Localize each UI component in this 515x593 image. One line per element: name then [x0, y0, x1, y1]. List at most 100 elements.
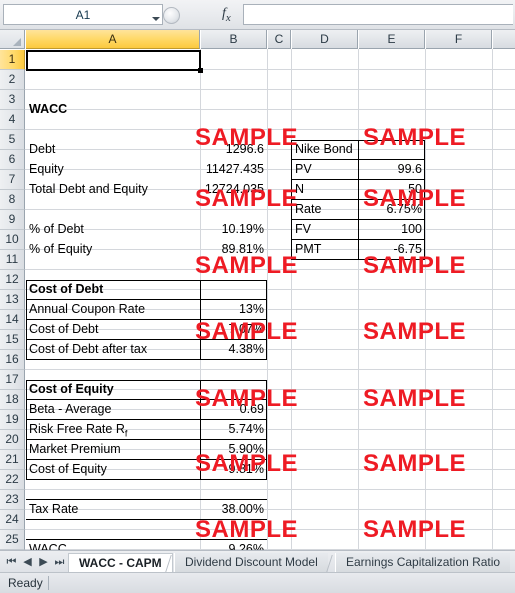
cell-d5[interactable]: PV — [292, 160, 358, 179]
cell-b14[interactable]: 4.38% — [201, 340, 267, 359]
cell-a22[interactable]: Tax Rate — [26, 500, 200, 519]
name-box[interactable]: A1 — [3, 4, 163, 25]
column-header-f[interactable]: F — [426, 30, 492, 49]
row-header-6[interactable]: 6 — [0, 150, 25, 170]
active-cell-a1[interactable] — [26, 50, 201, 71]
spreadsheet-grid[interactable]: A B C D E F 1 2 3 4 5 6 7 8 9 10 11 12 13 14 15 16 17 18 1… — [0, 30, 515, 560]
row-header-11[interactable]: 11 — [0, 250, 25, 270]
row-header-5[interactable]: 5 — [0, 130, 25, 150]
block-line-a18-bottom — [26, 439, 267, 440]
row-header-2[interactable]: 2 — [0, 70, 25, 90]
row-header-4[interactable]: 4 — [0, 110, 25, 130]
column-header-d[interactable]: D — [292, 30, 358, 49]
cell-b20[interactable]: 9.81% — [201, 460, 267, 479]
sheet-tab-earnings-capitalization-ratio[interactable]: Earnings Capitalization Ratio — [335, 553, 511, 573]
cell-a12[interactable]: Annual Coupon Rate — [26, 300, 200, 319]
cell-a8[interactable]: % of Debt — [26, 220, 200, 239]
cell-b6[interactable]: 12724.035 — [201, 180, 267, 199]
prev-sheet-icon[interactable]: ◀ — [20, 555, 35, 570]
cell-b22[interactable]: 38.00% — [201, 500, 267, 519]
row-header-16[interactable]: 16 — [0, 350, 25, 370]
first-sheet-icon[interactable]: ⏮ — [4, 555, 19, 570]
row-header-12[interactable]: 12 — [0, 270, 25, 290]
cell-a19[interactable]: Market Premium — [26, 440, 200, 459]
sheet-nav-buttons: ⏮ ◀ ▶ ⏭ — [4, 555, 70, 570]
block-line-a12-bottom — [26, 319, 267, 320]
last-sheet-icon[interactable]: ⏭ — [52, 555, 67, 570]
row-header-19[interactable]: 19 — [0, 410, 25, 430]
row-header-24[interactable]: 24 — [0, 510, 25, 530]
cell-a13[interactable]: Cost of Debt — [26, 320, 200, 339]
cell-d9[interactable]: PMT — [292, 240, 358, 259]
cell-b8[interactable]: 10.19% — [201, 220, 267, 239]
cell-a4[interactable]: Debt — [26, 140, 200, 159]
cell-a6[interactable]: Total Debt and Equity — [26, 180, 200, 199]
column-header-a[interactable]: A — [26, 30, 200, 49]
column-header-e[interactable]: E — [359, 30, 425, 49]
row-header-15[interactable]: 15 — [0, 330, 25, 350]
gridline-v-e — [425, 49, 426, 550]
cell-e6[interactable]: 50 — [359, 180, 425, 199]
next-sheet-icon[interactable]: ▶ — [36, 555, 51, 570]
cell-b17[interactable]: 0.69 — [201, 400, 267, 419]
gridline-v-d — [358, 49, 359, 550]
cell-a5[interactable]: Equity — [26, 160, 200, 179]
sheet-tab-dividend-discount-model[interactable]: Dividend Discount Model — [174, 553, 328, 573]
row-header-18[interactable]: 18 — [0, 390, 25, 410]
cell-a9[interactable]: % of Equity — [26, 240, 200, 259]
cell-d6[interactable]: N — [292, 180, 358, 199]
cell-a17[interactable]: Beta - Average — [26, 400, 200, 419]
column-header-b[interactable]: B — [201, 30, 267, 49]
insert-function-button[interactable] — [160, 3, 188, 26]
column-header-g[interactable] — [493, 30, 515, 49]
sheet-tab-separator-2 — [325, 554, 335, 573]
cell-e7[interactable]: 6.75% — [359, 200, 425, 219]
row-header-1[interactable]: 1 — [0, 50, 25, 70]
gridline-v-c — [291, 49, 292, 550]
row-header-7[interactable]: 7 — [0, 170, 25, 190]
cell-a20[interactable]: Cost of Equity — [26, 460, 200, 479]
row-header-13[interactable]: 13 — [0, 290, 25, 310]
row-header-21[interactable]: 21 — [0, 450, 25, 470]
cell-a11[interactable]: Cost of Debt — [26, 280, 200, 299]
gridline-h-8 — [25, 209, 515, 210]
row-header-3[interactable]: 3 — [0, 90, 25, 110]
row-header-10[interactable]: 10 — [0, 230, 25, 250]
block-line-a13-bottom — [26, 339, 267, 340]
cell-b13[interactable]: 7.07% — [201, 320, 267, 339]
cell-b4[interactable]: 1296.6 — [201, 140, 267, 159]
row-header-20[interactable]: 20 — [0, 430, 25, 450]
row-header-22[interactable]: 22 — [0, 470, 25, 490]
fill-handle[interactable] — [198, 68, 203, 73]
name-box-dropdown-icon[interactable] — [152, 17, 160, 21]
column-header-c[interactable]: C — [268, 30, 291, 49]
cell-d4[interactable]: Nike Bond — [292, 140, 358, 159]
cell-d8[interactable]: FV — [292, 220, 358, 239]
block-line-a24-top — [26, 539, 267, 540]
block-line-a11-bottom — [26, 299, 267, 300]
cell-b9[interactable]: 89.81% — [201, 240, 267, 259]
block-line-nike-mid — [358, 140, 359, 260]
gridline-h-11 — [25, 269, 515, 270]
cell-b12[interactable]: 13% — [201, 300, 267, 319]
row-header-9[interactable]: 9 — [0, 210, 25, 230]
block-line-a16-bottom — [26, 399, 267, 400]
cell-d7[interactable]: Rate — [292, 200, 358, 219]
row-header-23[interactable]: 23 — [0, 490, 25, 510]
sheet-tab-wacc-capm[interactable]: WACC - CAPM — [68, 553, 173, 573]
cell-a14[interactable]: Cost of Debt after tax — [26, 340, 200, 359]
select-all-corner[interactable] — [0, 30, 25, 49]
row-header-17[interactable]: 17 — [0, 370, 25, 390]
cell-b5[interactable]: 11427.435 — [201, 160, 267, 179]
cell-b19[interactable]: 5.90% — [201, 440, 267, 459]
row-header-8[interactable]: 8 — [0, 190, 25, 210]
cell-a16[interactable]: Cost of Equity — [26, 380, 200, 399]
row-header-25[interactable]: 25 — [0, 530, 25, 550]
cell-b18[interactable]: 5.74% — [201, 420, 267, 439]
formula-input[interactable] — [243, 4, 513, 25]
row-header-14[interactable]: 14 — [0, 310, 25, 330]
cell-e9[interactable]: -6.75 — [359, 240, 425, 259]
cell-e8[interactable]: 100 — [359, 220, 425, 239]
cell-e5[interactable]: 99.6 — [359, 160, 425, 179]
cell-a2[interactable]: WACC — [26, 100, 200, 119]
